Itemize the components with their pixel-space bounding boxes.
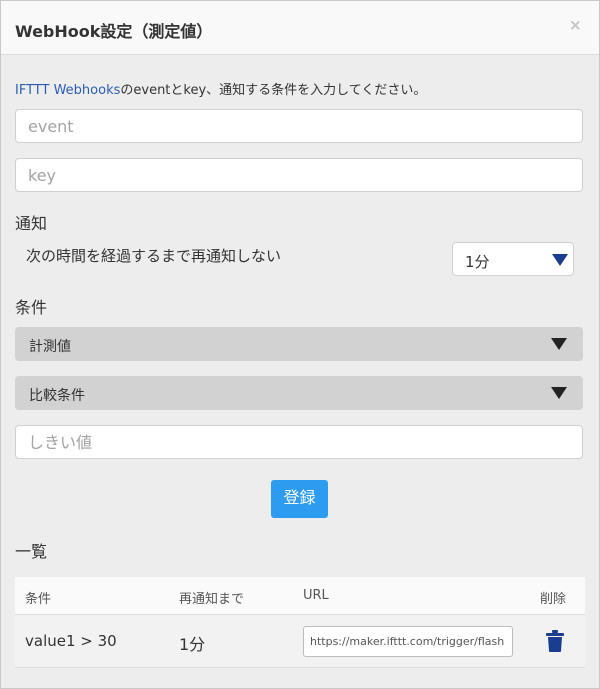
description-rest: のeventとkey、通知する条件を入力してください。 bbox=[120, 83, 427, 98]
event-input[interactable] bbox=[15, 109, 583, 143]
header-url: URL bbox=[303, 588, 329, 603]
row-url-field[interactable]: https://maker.ifttt.com/trigger/flash bbox=[303, 626, 513, 657]
measure-select-value: 計測値 bbox=[29, 339, 71, 355]
webhook-list-table: 条件 再通知まで URL 削除 value1 > 30 1分 https://m… bbox=[15, 577, 585, 668]
close-icon[interactable]: × bbox=[569, 16, 582, 34]
header-condition: 条件 bbox=[25, 592, 52, 607]
compare-select-value: 比較条件 bbox=[29, 388, 85, 404]
chevron-down-icon bbox=[552, 254, 568, 266]
dialog-titlebar: WebHook設定（測定値） × bbox=[1, 1, 599, 55]
header-delete: 削除 bbox=[540, 592, 567, 607]
row-renotify: 1分 bbox=[179, 635, 206, 654]
condition-section-label: 条件 bbox=[15, 298, 48, 317]
chevron-down-icon bbox=[551, 387, 567, 399]
compare-select[interactable]: 比較条件 bbox=[15, 376, 583, 410]
renotify-interval-select[interactable]: 1分 bbox=[452, 242, 574, 276]
trash-icon[interactable] bbox=[546, 630, 564, 652]
webhook-settings-dialog: WebHook設定（測定値） × IFTTT Webhooksのeventとke… bbox=[0, 0, 600, 689]
table-row: value1 > 30 1分 https://maker.ifttt.com/t… bbox=[15, 615, 585, 668]
description-text: IFTTT Webhooksのeventとkey、通知する条件を入力してください… bbox=[15, 79, 426, 98]
measure-select[interactable]: 計測値 bbox=[15, 327, 583, 361]
chevron-down-icon bbox=[551, 338, 567, 350]
threshold-input[interactable] bbox=[15, 425, 583, 459]
renotify-description: 次の時間を経過するまで再通知しない bbox=[26, 247, 282, 265]
register-button[interactable]: 登録 bbox=[271, 480, 328, 518]
renotify-interval-value: 1分 bbox=[465, 253, 490, 271]
row-condition: value1 > 30 bbox=[25, 632, 117, 650]
key-input[interactable] bbox=[15, 158, 583, 192]
ifttt-webhooks-link[interactable]: IFTTT Webhooks bbox=[15, 83, 120, 98]
notify-section-label: 通知 bbox=[15, 214, 48, 233]
table-header-row: 条件 再通知まで URL 削除 bbox=[15, 577, 585, 615]
list-section-label: 一覧 bbox=[15, 542, 48, 561]
dialog-title: WebHook設定（測定値） bbox=[15, 22, 213, 41]
header-renotify: 再通知まで bbox=[179, 592, 245, 607]
